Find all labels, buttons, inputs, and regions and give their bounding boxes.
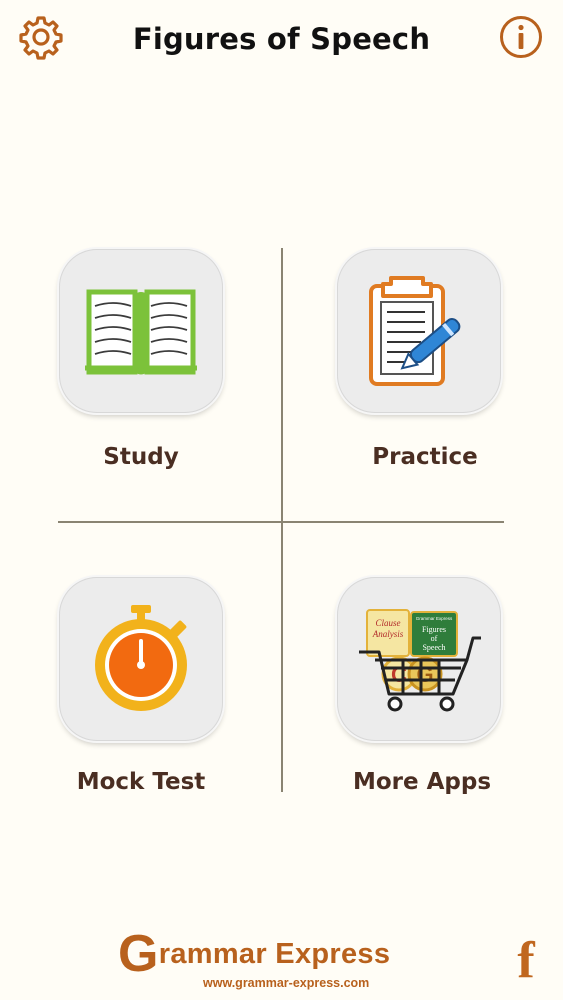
- app-header: Figures of Speech: [0, 0, 563, 90]
- svg-text:G: G: [416, 662, 433, 687]
- info-icon[interactable]: [498, 14, 544, 60]
- more-apps-button[interactable]: Clause Analysis Grammar Express Figures …: [337, 577, 501, 741]
- mock-test-button[interactable]: [59, 577, 223, 741]
- brand-name: rammar Express: [158, 938, 391, 970]
- facebook-icon[interactable]: f: [510, 935, 542, 987]
- svg-text:Clause: Clause: [375, 618, 400, 628]
- practice-button[interactable]: [337, 249, 501, 413]
- open-book-icon: [85, 289, 197, 375]
- svg-text:C: C: [391, 662, 407, 687]
- vertical-divider: [281, 248, 283, 792]
- website-url[interactable]: www.grammar-express.com: [203, 976, 369, 990]
- horizontal-divider: [58, 521, 504, 523]
- mock-test-label: Mock Test: [76, 769, 206, 795]
- more-apps-label: More Apps: [352, 769, 492, 795]
- svg-text:Analysis: Analysis: [372, 629, 404, 639]
- brand-initial: G: [118, 925, 159, 983]
- grammar-express-logo[interactable]: Grammar Express: [118, 928, 390, 980]
- svg-text:of: of: [431, 634, 438, 643]
- svg-text:Figures: Figures: [422, 625, 446, 634]
- page-title: Figures of Speech: [132, 22, 431, 56]
- practice-label: Practice: [372, 444, 478, 470]
- clipboard-pen-icon: [369, 276, 461, 386]
- svg-text:Grammar Express: Grammar Express: [416, 616, 453, 621]
- shopping-cart-apps-icon: Clause Analysis Grammar Express Figures …: [359, 609, 481, 712]
- svg-text:Speech: Speech: [422, 643, 445, 652]
- study-button[interactable]: [59, 249, 223, 413]
- study-label: Study: [103, 444, 179, 470]
- stopwatch-icon: [95, 605, 187, 711]
